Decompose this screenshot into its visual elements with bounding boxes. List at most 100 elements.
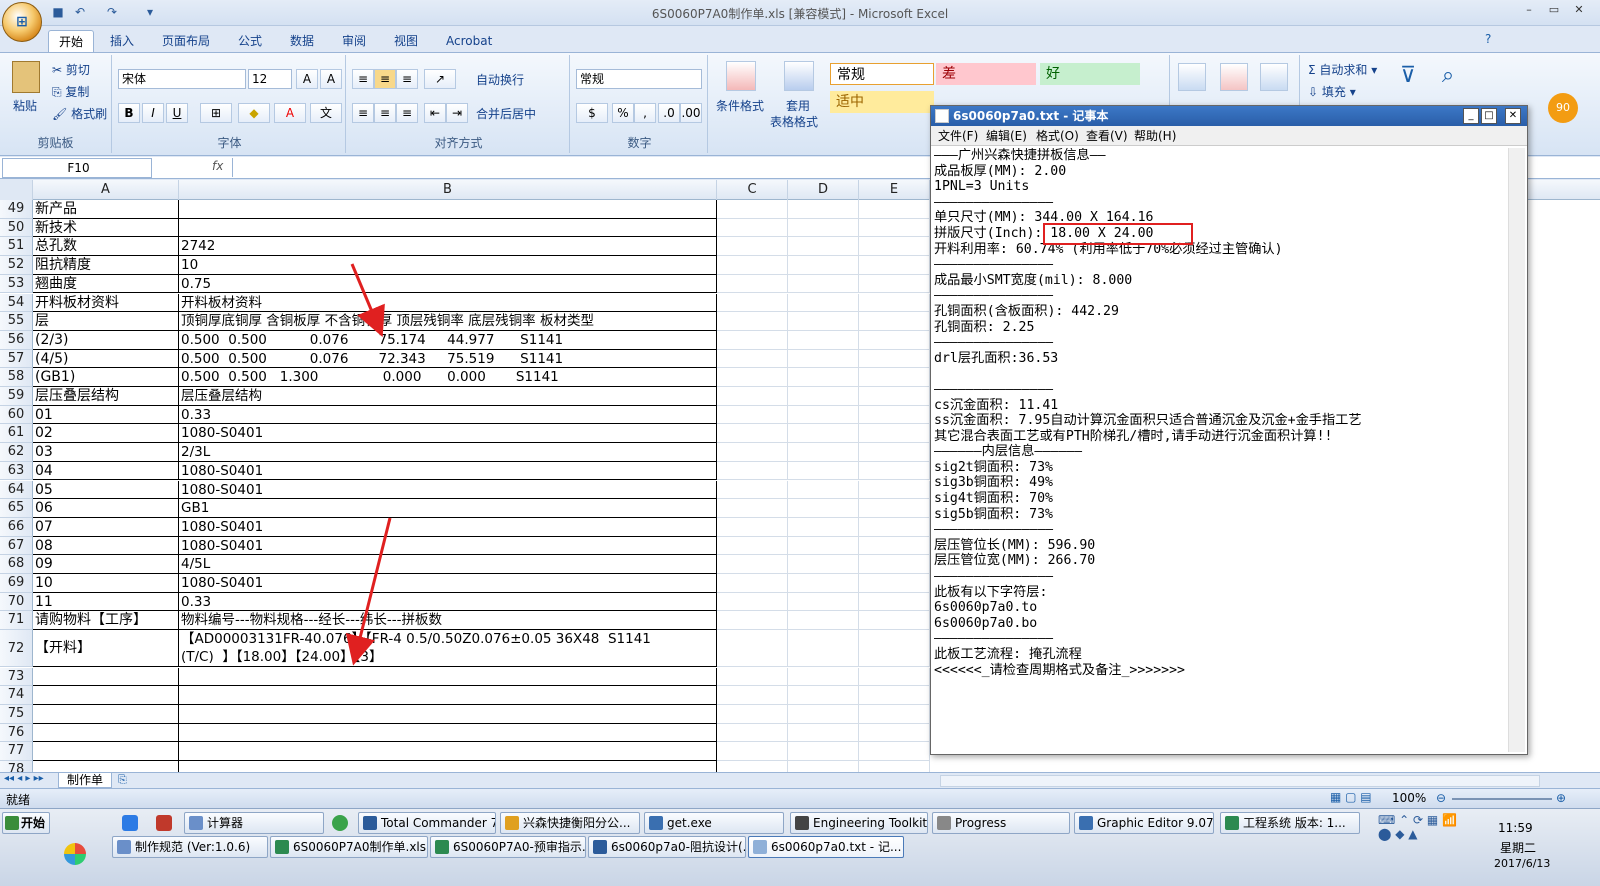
taskbar-button[interactable]: Progress	[932, 812, 1070, 834]
empty-cell[interactable]	[788, 611, 859, 631]
empty-cell[interactable]	[788, 293, 859, 313]
cell-b[interactable]	[179, 723, 717, 743]
bold-button[interactable]: B	[118, 103, 140, 123]
empty-cell[interactable]	[788, 742, 859, 761]
start-button[interactable]: 开始	[2, 812, 50, 834]
empty-cell[interactable]	[788, 461, 859, 481]
cell-a[interactable]: 01	[33, 405, 179, 425]
cell-b[interactable]: 0.500 0.500 1.300 0.000 0.000 S1141	[179, 368, 717, 387]
select-all[interactable]	[0, 180, 33, 200]
empty-cell[interactable]	[859, 592, 930, 612]
row-number[interactable]: 76	[0, 723, 33, 743]
format-cells-icon[interactable]	[1260, 63, 1288, 91]
tab-insert[interactable]: 插入	[100, 30, 144, 52]
empty-cell[interactable]	[859, 704, 930, 724]
empty-cell[interactable]	[717, 761, 788, 772]
cell-a[interactable]: 【开料】	[33, 630, 179, 668]
cell-a[interactable]: 07	[33, 517, 179, 537]
taskbar-button[interactable]: 6S0060P7A0-预审指示...	[430, 836, 586, 858]
cell-a[interactable]	[33, 742, 179, 761]
increase-indent-icon[interactable]: ⇥	[446, 103, 468, 123]
row-number[interactable]: 64	[0, 480, 33, 500]
empty-cell[interactable]	[859, 517, 930, 537]
tab-view[interactable]: 视图	[384, 30, 428, 52]
number-format-combo[interactable]: 常规	[576, 69, 702, 89]
cell-b[interactable]: 1080-S0401	[179, 574, 717, 593]
empty-cell[interactable]	[788, 517, 859, 537]
empty-cell[interactable]	[717, 686, 788, 705]
cell-b[interactable]: 开料板材资料	[179, 293, 717, 313]
row-number[interactable]: 69	[0, 574, 33, 593]
empty-cell[interactable]	[859, 667, 930, 687]
merge-center-button[interactable]: 合并后居中	[476, 105, 536, 122]
cell-b[interactable]: 1080-S0401	[179, 536, 717, 556]
delete-cells-icon[interactable]	[1220, 63, 1248, 91]
paste-button[interactable]: 粘贴	[13, 97, 37, 114]
grow-font-icon[interactable]: A	[296, 69, 318, 89]
taskbar-button[interactable]: get.exe	[644, 812, 784, 834]
cell-b[interactable]: 1080-S0401	[179, 480, 717, 500]
cell-a[interactable]: 开料板材资料	[33, 293, 179, 313]
empty-cell[interactable]	[717, 517, 788, 537]
taskbar-button[interactable]: 兴森快捷衡阳分公...	[500, 812, 640, 834]
col-header-d[interactable]: D	[788, 180, 859, 200]
cell-b[interactable]	[179, 200, 717, 219]
empty-cell[interactable]	[859, 686, 930, 705]
cell-b[interactable]: 0.500 0.500 0.076 75.174 44.977 S1141	[179, 330, 717, 350]
empty-cell[interactable]	[788, 200, 859, 219]
cell-b[interactable]: 10	[179, 256, 717, 275]
cell-a[interactable]: 04	[33, 461, 179, 481]
maximize-button[interactable]: ▭	[1543, 3, 1565, 19]
cell-b[interactable]: 0.75	[179, 274, 717, 294]
empty-cell[interactable]	[788, 330, 859, 350]
empty-cell[interactable]	[717, 330, 788, 350]
col-header-b[interactable]: B	[179, 180, 717, 200]
office-button[interactable]: ⊞	[2, 2, 42, 42]
tab-formulas[interactable]: 公式	[228, 30, 272, 52]
taskbar-button[interactable]: 6S0060P7A0制作单.xls ...	[270, 836, 428, 858]
pdf-icon[interactable]	[156, 815, 172, 831]
cell-a[interactable]: 阻抗精度	[33, 256, 179, 275]
taskbar-button[interactable]: Engineering Toolkit 9....	[790, 812, 928, 834]
menu-help[interactable]: 帮助(H)	[1129, 128, 1181, 144]
cell-b[interactable]: 1080-S0401	[179, 461, 717, 481]
empty-cell[interactable]	[717, 630, 788, 668]
style-bad[interactable]: 差	[936, 63, 1036, 85]
cell-a[interactable]: 08	[33, 536, 179, 556]
cell-a[interactable]: (GB1)	[33, 368, 179, 387]
cell-b[interactable]: 物料编号---物料规格---经长---纬长---拼板数	[179, 611, 717, 631]
quicklaunch-icon[interactable]	[122, 815, 138, 831]
cell-b[interactable]: 0.33	[179, 405, 717, 425]
empty-cell[interactable]	[788, 686, 859, 705]
cell-b[interactable]	[179, 761, 717, 772]
comma-button[interactable]: ,	[634, 103, 656, 123]
empty-cell[interactable]	[788, 256, 859, 275]
windows-logo-icon[interactable]	[64, 843, 86, 865]
empty-cell[interactable]	[859, 723, 930, 743]
cell-b[interactable]: 1080-S0401	[179, 517, 717, 537]
row-number[interactable]: 56	[0, 330, 33, 350]
empty-cell[interactable]	[788, 555, 859, 574]
menu-format[interactable]: 格式(O)	[1031, 128, 1084, 144]
taskbar-button[interactable]: 计算器	[184, 812, 324, 834]
cell-a[interactable]: 层	[33, 312, 179, 331]
empty-cell[interactable]	[859, 555, 930, 574]
empty-cell[interactable]	[859, 274, 930, 294]
empty-cell[interactable]	[859, 200, 930, 219]
row-number[interactable]: 74	[0, 686, 33, 705]
fill-button[interactable]: ⇩ 填充 ▾	[1308, 83, 1356, 100]
empty-cell[interactable]	[717, 200, 788, 219]
col-header-e[interactable]: E	[859, 180, 930, 200]
cell-a[interactable]: 09	[33, 555, 179, 574]
empty-cell[interactable]	[788, 574, 859, 593]
cell-a[interactable]: 05	[33, 480, 179, 500]
minimize-button[interactable]: –	[1518, 3, 1540, 19]
decrease-decimal-icon[interactable]: .00	[680, 103, 702, 123]
empty-cell[interactable]	[717, 592, 788, 612]
ie-icon[interactable]	[332, 815, 348, 831]
empty-cell[interactable]	[788, 723, 859, 743]
taskbar-button[interactable]: 工程系统 版本: 1...	[1220, 812, 1360, 834]
style-good[interactable]: 好	[1040, 63, 1140, 85]
empty-cell[interactable]	[717, 349, 788, 369]
insert-cells-icon[interactable]	[1178, 63, 1206, 91]
